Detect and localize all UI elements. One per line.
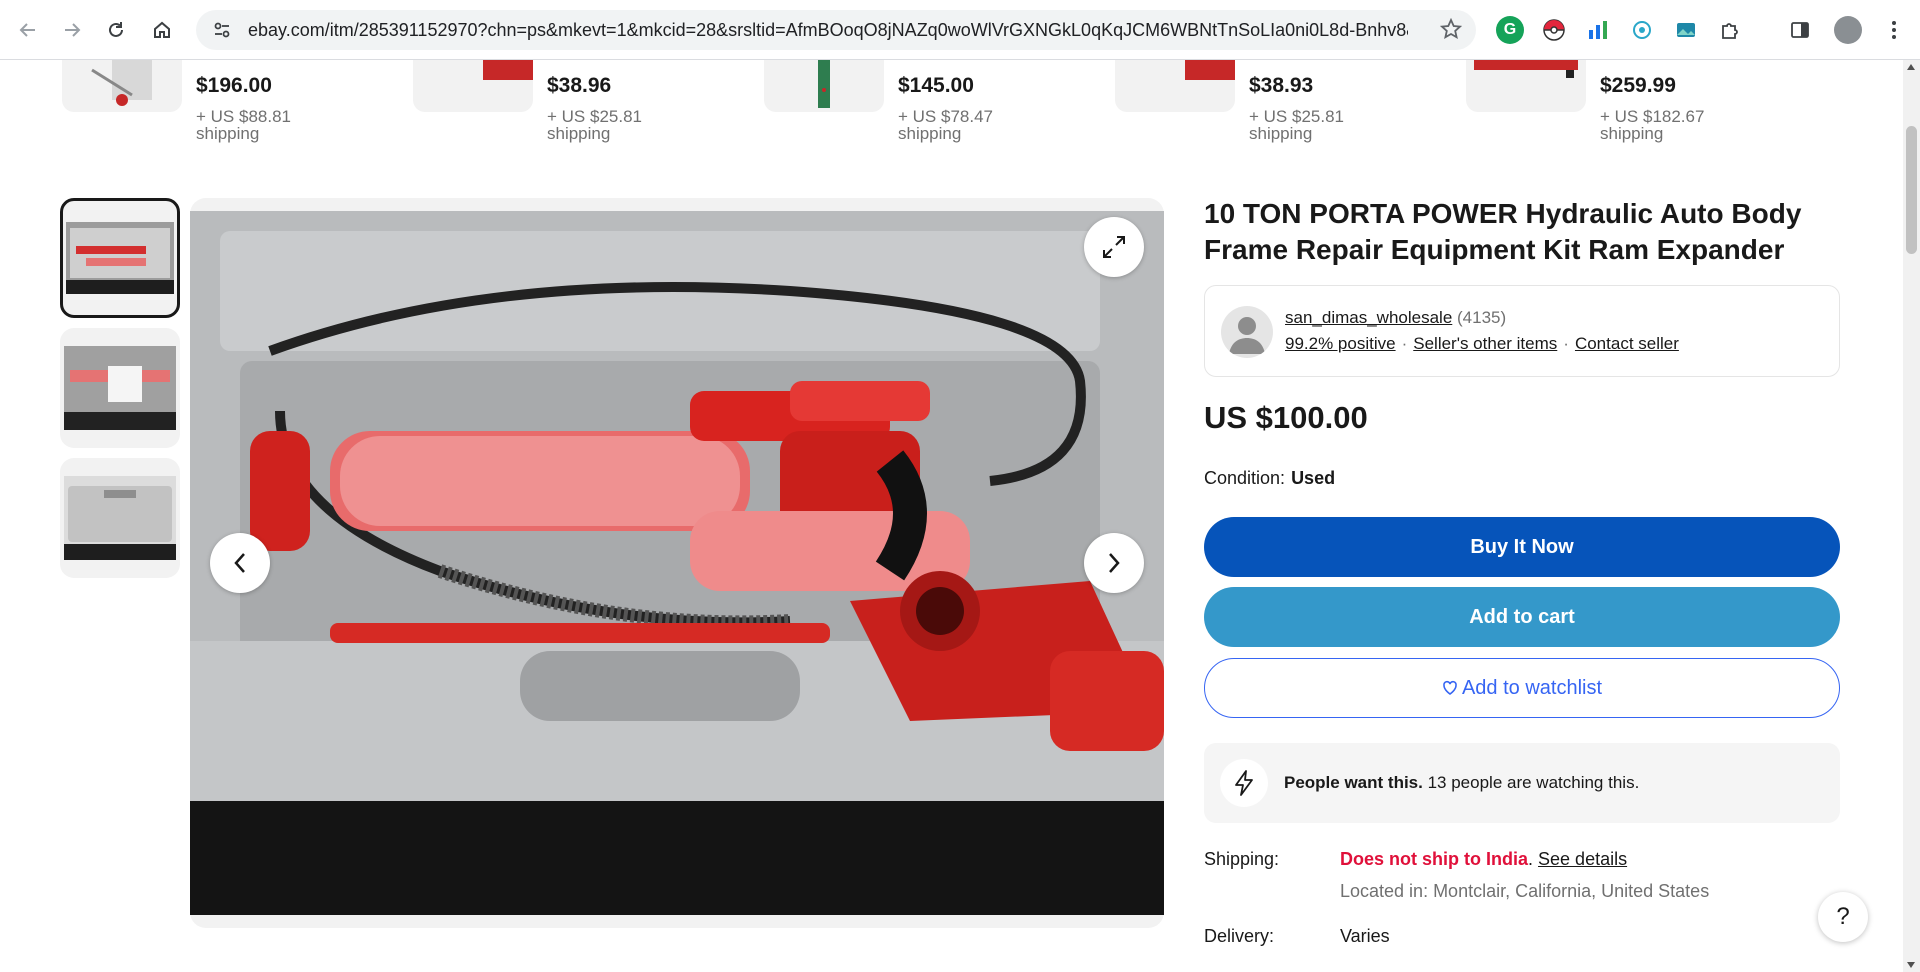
network-extension-icon[interactable] (1628, 16, 1656, 44)
similar-item[interactable]: $38.96 + US $25.81 shipping (413, 60, 753, 155)
back-icon[interactable] (12, 14, 44, 46)
address-bar[interactable]: ebay.com/itm/285391152970?chn=ps&mkevt=1… (196, 10, 1476, 50)
delivery-label: Delivery: (1204, 926, 1275, 946)
similar-item-image[interactable] (62, 60, 182, 112)
seller-feedback-count: (4135) (1457, 308, 1507, 327)
buy-it-now-label: Buy It Now (1470, 535, 1574, 558)
image-extension-icon[interactable] (1672, 16, 1700, 44)
separator-dot: · (1563, 334, 1569, 353)
similar-item-image[interactable] (764, 60, 884, 112)
item-title: 10 TON PORTA POWER Hydraulic Auto Body F… (1204, 198, 1802, 265)
gallery-thumbnail[interactable] (60, 328, 180, 448)
similar-item-price: $38.93 (1249, 74, 1314, 97)
seller-avatar[interactable] (1221, 306, 1273, 358)
similar-item-image[interactable] (1115, 60, 1235, 112)
contact-seller-link[interactable]: Contact seller (1575, 334, 1679, 354)
shipping-period: . (1528, 849, 1534, 869)
shipping-label: Shipping: (1204, 849, 1280, 869)
side-panel-icon[interactable] (1786, 16, 1814, 44)
watchers-banner: People want this. 13 people are watching… (1204, 743, 1840, 823)
add-to-watchlist-label: Add to watchlist (1461, 676, 1603, 699)
help-label: ? (1836, 903, 1850, 930)
similar-item-shipping-label: shipping (1600, 124, 1664, 143)
similar-item-price: $38.96 (547, 74, 612, 97)
add-to-cart-button[interactable]: Add to cart (1204, 587, 1840, 647)
url-text[interactable]: ebay.com/itm/285391152970?chn=ps&mkevt=1… (248, 20, 1408, 41)
pokeball-extension-icon[interactable] (1540, 16, 1568, 44)
chevron-right-icon (1109, 553, 1120, 573)
previous-image-button[interactable] (210, 533, 270, 593)
condition-row: Condition: Used (1204, 468, 1335, 489)
similar-item-shipping-label: shipping (898, 124, 962, 143)
item-location: Located in: Montclair, California, Unite… (1340, 881, 1710, 901)
condition-value: Used (1291, 468, 1336, 488)
seller-card: san_dimas_wholesale (4135) 99.2% positiv… (1204, 285, 1840, 377)
profile-avatar[interactable] (1834, 16, 1862, 44)
bookmark-star-icon[interactable] (1439, 17, 1463, 45)
thumbnail-image (64, 476, 176, 560)
browser-toolbar: ebay.com/itm/285391152970?chn=ps&mkevt=1… (0, 0, 1920, 60)
expand-icon (1103, 236, 1125, 258)
shipping-status: Does not ship to India (1340, 849, 1528, 869)
similar-item-image[interactable] (1466, 60, 1586, 112)
main-product-image[interactable] (190, 211, 1164, 915)
forward-icon[interactable] (56, 14, 88, 46)
similar-item-price: $145.00 (898, 74, 974, 97)
watchers-text: People want this. 13 people are watching… (1284, 773, 1639, 793)
item-price: US $100.00 (1204, 400, 1368, 435)
chevron-left-icon (234, 553, 245, 573)
gallery-thumbnail[interactable] (60, 198, 180, 318)
seller-other-items-link[interactable]: Seller's other items (1413, 334, 1557, 354)
condition-label: Condition: (1204, 468, 1286, 488)
reload-icon[interactable] (100, 14, 132, 46)
scroll-down-arrow-icon[interactable] (1907, 962, 1915, 968)
buy-it-now-button[interactable]: Buy It Now (1204, 517, 1840, 577)
similar-item[interactable]: $38.93 + US $25.81 shipping (1115, 60, 1455, 155)
gallery-thumbnail[interactable] (60, 458, 180, 578)
seller-name-link[interactable]: san_dimas_wholesale (1285, 308, 1452, 327)
similar-item-shipping-label: shipping (547, 124, 611, 143)
add-to-cart-label: Add to cart (1469, 605, 1575, 628)
watchers-count: 13 people are watching this. (1427, 773, 1640, 792)
delivery-value: Varies (1340, 926, 1390, 946)
expand-image-button[interactable] (1084, 217, 1144, 277)
see-details-link[interactable]: See details (1538, 849, 1627, 869)
scroll-up-arrow-icon[interactable] (1907, 64, 1915, 70)
similar-item-shipping-label: shipping (1249, 124, 1313, 143)
add-to-watchlist-button[interactable]: Add to watchlist (1204, 658, 1840, 718)
similar-item-price: $196.00 (196, 74, 272, 97)
page-scrollbar[interactable] (1903, 60, 1920, 972)
similar-item[interactable]: $259.99 + US $182.67 shipping (1466, 60, 1806, 155)
similar-item-price: $259.99 (1600, 74, 1676, 97)
heart-icon (1443, 680, 1457, 695)
grammarly-extension-icon[interactable]: G (1496, 16, 1524, 44)
seller-positive-link[interactable]: 99.2% positive (1285, 334, 1396, 354)
site-info-icon[interactable] (210, 18, 234, 42)
extensions-puzzle-icon[interactable] (1716, 16, 1744, 44)
analytics-extension-icon[interactable] (1584, 16, 1612, 44)
help-button[interactable]: ? (1818, 892, 1868, 942)
lightning-icon (1220, 759, 1268, 807)
shipping-status-row: Does not ship to India. See details (1340, 849, 1627, 870)
menu-kebab-icon[interactable] (1880, 16, 1908, 44)
seller-name-row: san_dimas_wholesale (4135) (1285, 308, 1506, 328)
next-image-button[interactable] (1084, 533, 1144, 593)
watchers-bold: People want this. (1284, 773, 1423, 792)
seller-links: 99.2% positive · Seller's other items · … (1285, 334, 1679, 354)
similar-item[interactable]: $196.00 + US $88.81 shipping (62, 60, 402, 155)
similar-item-image[interactable] (413, 60, 533, 112)
similar-item[interactable]: $145.00 + US $78.47 shipping (764, 60, 1104, 155)
separator-dot: · (1401, 334, 1408, 353)
scrollbar-thumb[interactable] (1906, 126, 1917, 254)
similar-item-shipping-label: shipping (196, 124, 260, 143)
thumbnail-image (64, 346, 176, 430)
home-icon[interactable] (146, 14, 178, 46)
thumbnail-image (66, 222, 174, 294)
